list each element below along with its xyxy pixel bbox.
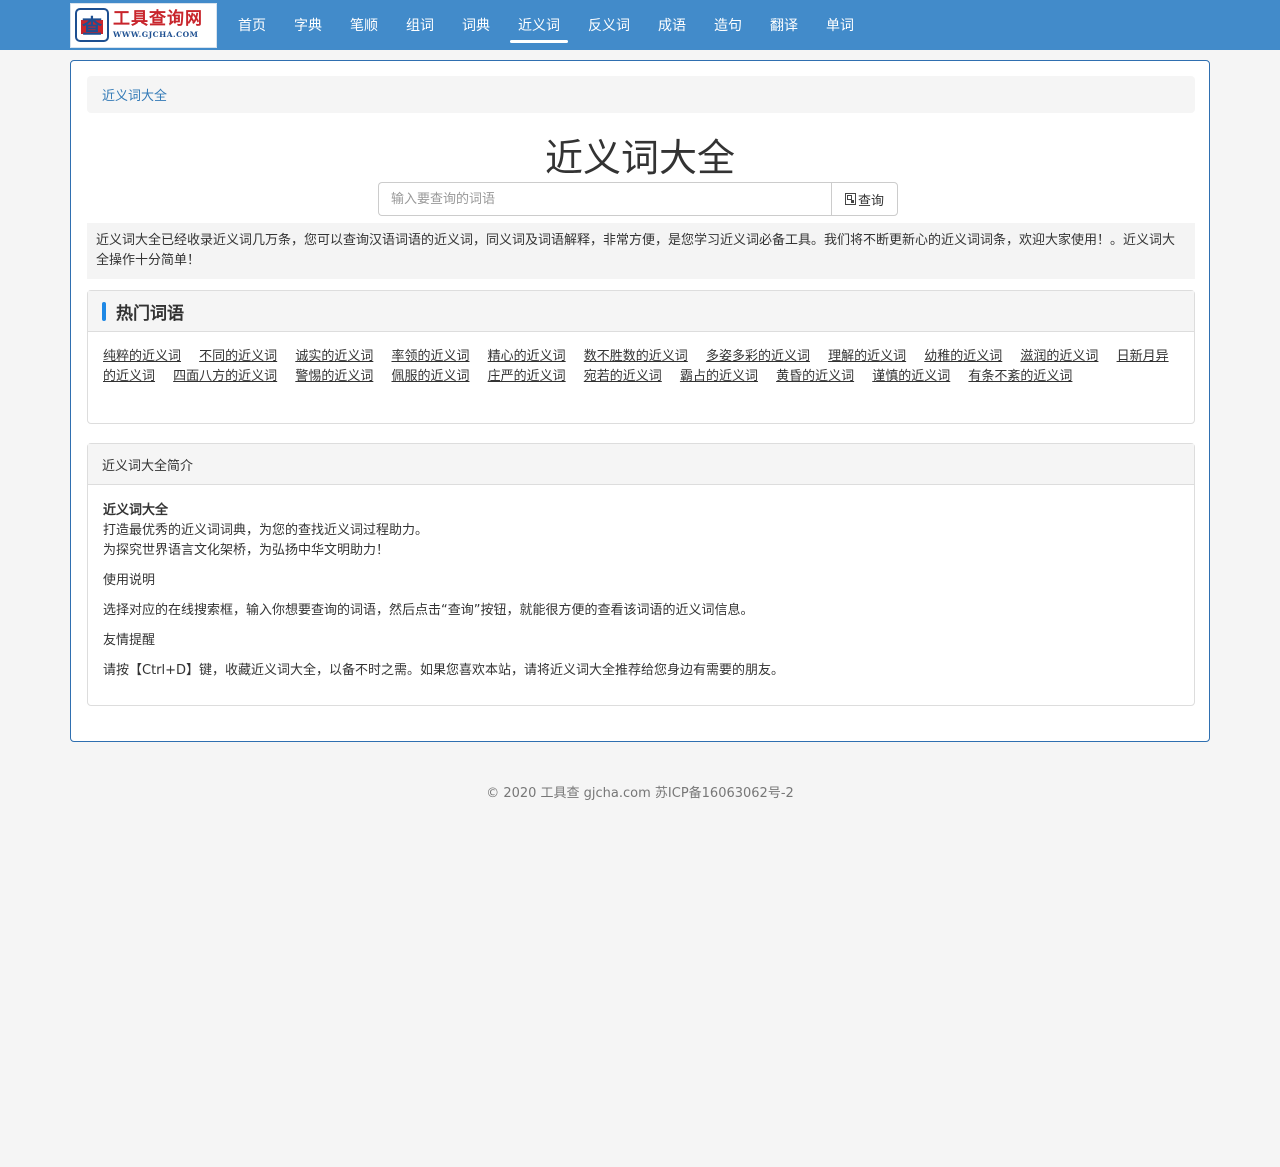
hot-words-panel: 热门词语 纯粹的近义词 不同的近义词 诚实的近义词 率领的近义词 精心的近义词 … [87,290,1195,424]
hot-words-title: 热门词语 [102,299,184,324]
about-body: 近义词大全 打造最优秀的近义词词典，为您的查找近义词过程助力。 为探究世界语言文… [88,485,1194,697]
nav-links: 首页 字典 笔顺 组词 词典 近义词 反义词 成语 造句 翻译 单词 [224,0,868,50]
breadcrumb-link[interactable]: 近义词大全 [102,85,167,104]
top-navbar: 查 工具查询网 WWW.GJCHA.COM 首页 字典 笔顺 组词 词典 近义词 反义词 成语… [0,0,1280,50]
hot-word-link[interactable]: 庄严的近义词 [488,369,566,384]
about-line1: 打造最优秀的近义词词典，为您的查找近义词过程助力。 [103,523,429,538]
site-logo[interactable]: 查 工具查询网 WWW.GJCHA.COM [70,2,217,48]
main-container: 近义词大全 近义词大全 查询 近义词大全已经收录近义词几万条，您可以查询汉语词语… [70,60,1210,742]
hot-word-link[interactable]: 警惕的近义词 [295,369,373,384]
nav-link-1[interactable]: 字典 [280,0,336,50]
about-heading: 近义词大全简介 [88,444,1194,485]
hot-words-title-text: 热门词语 [116,303,184,324]
hot-word-link[interactable]: 数不胜数的近义词 [584,349,688,364]
nav-link-5[interactable]: 近义词 [504,0,574,50]
hot-word-link[interactable]: 霸占的近义词 [680,369,758,384]
hot-word-link[interactable]: 理解的近义词 [828,349,906,364]
usage-title: 使用说明 [103,573,156,588]
logo-text: 工具查询网 WWW.GJCHA.COM [113,11,203,39]
logo-icon: 查 [75,8,109,42]
nav-link-0[interactable]: 首页 [224,0,280,50]
nav-link-7[interactable]: 成语 [644,0,700,50]
page-title: 近义词大全 [544,136,735,180]
breadcrumb: 近义词大全 [87,76,1195,113]
nav-inner: 查 工具查询网 WWW.GJCHA.COM 首页 字典 笔顺 组词 词典 近义词 反义词 成语… [70,0,868,50]
nav-link-4[interactable]: 词典 [448,0,504,50]
logo-title: 工具查询网 [113,9,203,30]
hot-word-link[interactable]: 宛若的近义词 [584,369,662,384]
hot-word-link[interactable]: 佩服的近义词 [391,369,469,384]
hot-word-link[interactable]: 精心的近义词 [488,349,566,364]
hot-word-link[interactable]: 滋润的近义词 [1020,349,1098,364]
svg-text:查: 查 [82,14,102,38]
hot-words-heading: 热门词语 [88,291,1194,332]
nav-link-9[interactable]: 翻译 [756,0,812,50]
tip-title: 友情提醒 [103,633,156,648]
search-button[interactable]: 查询 [831,182,898,216]
nav-link-8[interactable]: 造句 [700,0,756,50]
about-line2: 为探究世界语言文化架桥，为弘扬中华文明助力！ [103,543,390,558]
accent-bar [102,301,106,321]
nav-link-3[interactable]: 组词 [392,0,448,50]
about-panel: 近义词大全简介 近义词大全 打造最优秀的近义词词典，为您的查找近义词过程助力。 … [87,443,1195,706]
nav-link-10[interactable]: 单词 [812,0,868,50]
hot-word-link[interactable]: 四面八方的近义词 [173,369,277,384]
hot-word-link[interactable]: 黄昏的近义词 [776,369,854,384]
about-name: 近义词大全 [103,503,169,518]
hot-word-link[interactable]: 纯粹的近义词 [103,349,181,364]
tip-text: 请按【Ctrl+D】键，收藏近义词大全，以备不时之需。如果您喜欢本站，请将近义词… [103,663,785,678]
footer: © 2020 工具查 gjcha.com 苏ICP备16063062号-2 [486,786,794,801]
hot-word-link[interactable]: 幼稚的近义词 [924,349,1002,364]
intro-text: 近义词大全已经收录近义词几万条，您可以查询汉语词语的近义词，同义词及词语解释，非… [87,223,1195,279]
hot-word-link[interactable]: 多姿多彩的近义词 [706,349,810,364]
search-input[interactable] [378,182,831,216]
search-form: 查询 [378,182,898,216]
qrcode-icon [844,193,856,205]
hot-word-link[interactable]: 有条不紊的近义词 [968,369,1072,384]
logo-url: WWW.GJCHA.COM [113,30,199,40]
search-button-label: 查询 [857,193,884,209]
usage-text: 选择对应的在线搜索框，输入你想要查询的词语，然后点击“查询”按钮，就能很方便的查… [103,603,754,618]
hot-word-link[interactable]: 不同的近义词 [199,349,277,364]
hot-word-link[interactable]: 诚实的近义词 [295,349,373,364]
hot-word-link[interactable]: 谨慎的近义词 [872,369,950,384]
hot-words-list: 纯粹的近义词 不同的近义词 诚实的近义词 率领的近义词 精心的近义词 数不胜数的… [88,332,1194,402]
about-heading-title: 近义词大全简介 [102,458,194,474]
hot-word-link[interactable]: 率领的近义词 [391,349,469,364]
nav-link-6[interactable]: 反义词 [574,0,644,50]
nav-link-2[interactable]: 笔顺 [336,0,392,50]
